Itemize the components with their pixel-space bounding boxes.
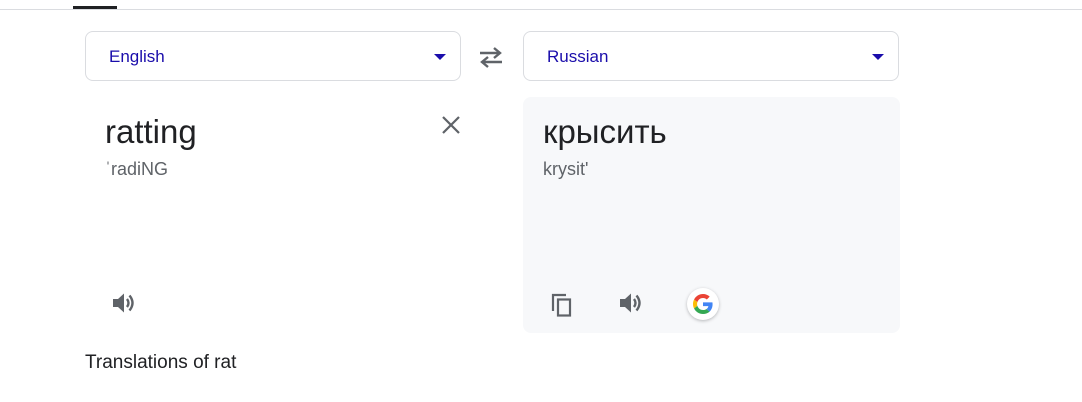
clear-button[interactable]	[437, 111, 465, 139]
close-icon	[442, 116, 460, 134]
translated-transliteration: krysit'	[543, 159, 589, 179]
active-tab-indicator	[73, 6, 117, 9]
target-listen-button[interactable]	[617, 289, 645, 317]
translated-text: крысить	[543, 113, 667, 150]
copy-button[interactable]	[548, 291, 576, 319]
caret-down-icon	[872, 54, 884, 60]
swap-languages-button[interactable]	[476, 44, 506, 70]
copy-icon	[551, 293, 572, 317]
caret-down-icon	[434, 54, 446, 60]
source-listen-button[interactable]	[110, 289, 138, 317]
google-logo-icon	[693, 294, 713, 314]
source-pronunciation: ˈradiNG	[105, 159, 169, 179]
source-panel: ratting ˈradiNG	[85, 97, 462, 333]
open-in-google-translate-button[interactable]	[687, 288, 719, 320]
source-language-label: English	[109, 47, 165, 66]
swap-arrows-icon	[480, 47, 502, 68]
top-divider	[0, 9, 1082, 10]
speaker-icon	[620, 293, 641, 313]
target-language-label: Russian	[547, 47, 609, 66]
target-language-select[interactable]: Russian	[523, 31, 899, 81]
source-text[interactable]: ratting	[105, 113, 197, 151]
source-language-select[interactable]: English	[85, 31, 461, 81]
speaker-icon	[113, 293, 134, 313]
translations-heading: Translations of rat	[85, 352, 237, 373]
target-panel: крысить krysit'	[523, 97, 900, 333]
